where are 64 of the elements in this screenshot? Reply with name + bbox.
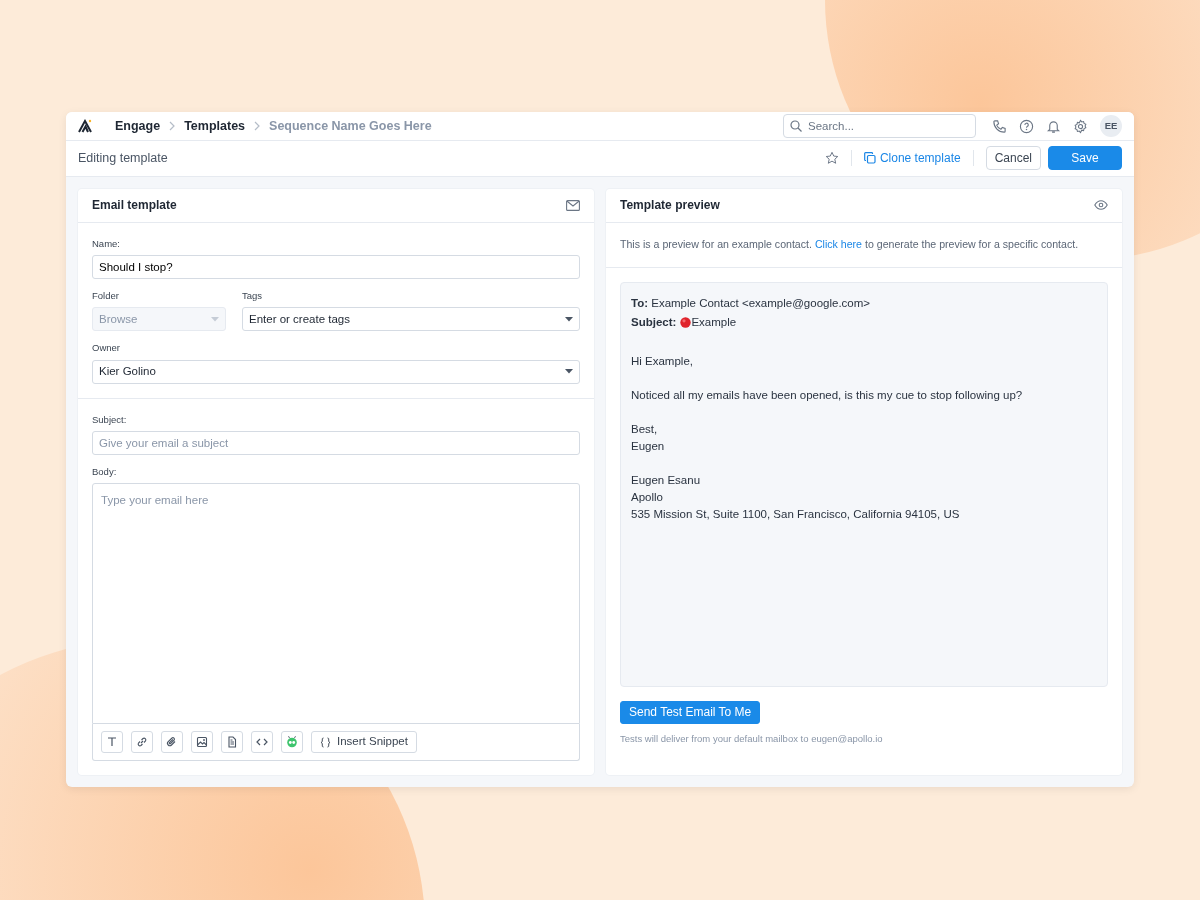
email-text-line: Noticed all my emails have been opened, is this my cue to stop following up?	[631, 387, 1024, 403]
eye-icon	[1094, 200, 1108, 211]
field-label: Subject:	[92, 412, 128, 427]
panel-title: Template preview	[620, 197, 720, 215]
owner-dropdown[interactable]: Kier Golino	[92, 359, 580, 384]
field-label: Body:	[92, 464, 118, 479]
circle-emoji-icon	[680, 316, 692, 328]
to-line: To: Example Contact <example@google.com>	[631, 295, 872, 311]
code-tool-button[interactable]	[251, 731, 273, 753]
breadcrumb-current: Sequence Name Goes Here	[269, 117, 432, 135]
email-text-line: Apollo	[631, 489, 664, 505]
subject-label: Subject:	[631, 314, 677, 330]
breadcrumb-link[interactable]: Engage	[115, 116, 161, 136]
insert-snippet-button[interactable]: Insert Snippet	[311, 731, 417, 753]
link-tool-button[interactable]	[131, 731, 153, 753]
settings-icon[interactable]	[1073, 118, 1088, 134]
subject-field[interactable]: Give your email a subject	[92, 430, 580, 455]
text-format-tool-button[interactable]	[101, 731, 123, 753]
field-label: Name:	[92, 236, 121, 251]
bell-icon[interactable]	[1046, 118, 1061, 134]
help-icon[interactable]	[1019, 118, 1034, 134]
save-button[interactable]: Save	[1048, 146, 1122, 171]
star-icon[interactable]	[824, 151, 839, 166]
document-tool-button[interactable]	[221, 731, 243, 753]
email-text-line: Eugen Esanu	[631, 472, 702, 488]
tags-dropdown[interactable]: Enter or create tags	[242, 307, 580, 332]
search-field[interactable]: Search...	[783, 114, 976, 139]
breadcrumb-link[interactable]: Templates	[184, 116, 246, 136]
chevron-icon	[168, 121, 177, 132]
document-icon	[225, 735, 239, 749]
body-field[interactable]: Type your email here	[92, 483, 580, 724]
field-label: Folder	[92, 289, 120, 303]
image-icon	[195, 735, 209, 749]
copy-icon	[863, 152, 876, 165]
caret-icon	[211, 316, 219, 322]
email-text-line: Hi Example,	[631, 353, 694, 369]
logo-icon	[78, 119, 93, 134]
robot-icon	[285, 735, 299, 749]
caret-icon	[565, 369, 573, 374]
image-tool-button[interactable]	[191, 731, 213, 753]
chevron-icon	[253, 121, 262, 132]
email-text-line: Best,	[631, 421, 659, 437]
braces-icon	[320, 736, 331, 748]
cancel-button[interactable]: Cancel	[985, 146, 1041, 171]
click-here-link[interactable]: Click here	[814, 237, 862, 250]
mail-icon	[566, 199, 580, 211]
email-text-line: Eugen	[631, 438, 666, 454]
caret-icon	[565, 316, 573, 322]
test-delivery-note: Tests will deliver from your default mailbox to eugen@apollo.io	[620, 731, 884, 746]
text-format-icon	[105, 735, 119, 749]
user-avatar[interactable]: EE	[1100, 115, 1122, 138]
preview-description: This is a preview for an example contact. Click here to generate the preview for a specific contact.	[606, 222, 1122, 268]
link-icon	[135, 735, 149, 749]
panel-title: Email template	[92, 197, 177, 215]
name-field[interactable]: Should I stop?	[92, 255, 580, 279]
field-label: Tags	[242, 289, 264, 303]
page-title: Editing template	[78, 150, 168, 168]
send-test-email-button[interactable]: Send Test Email To Me	[620, 700, 761, 724]
phone-icon[interactable]	[992, 118, 1007, 134]
paperclip-tool-button[interactable]	[161, 731, 183, 753]
field-label: Owner	[92, 341, 121, 356]
subject-text: Example	[691, 314, 737, 330]
clone-template-link[interactable]: Clone template	[863, 149, 961, 168]
email-text-line: 535 Mission St, Suite 1100, San Francisco, California 94105, US	[631, 506, 961, 522]
